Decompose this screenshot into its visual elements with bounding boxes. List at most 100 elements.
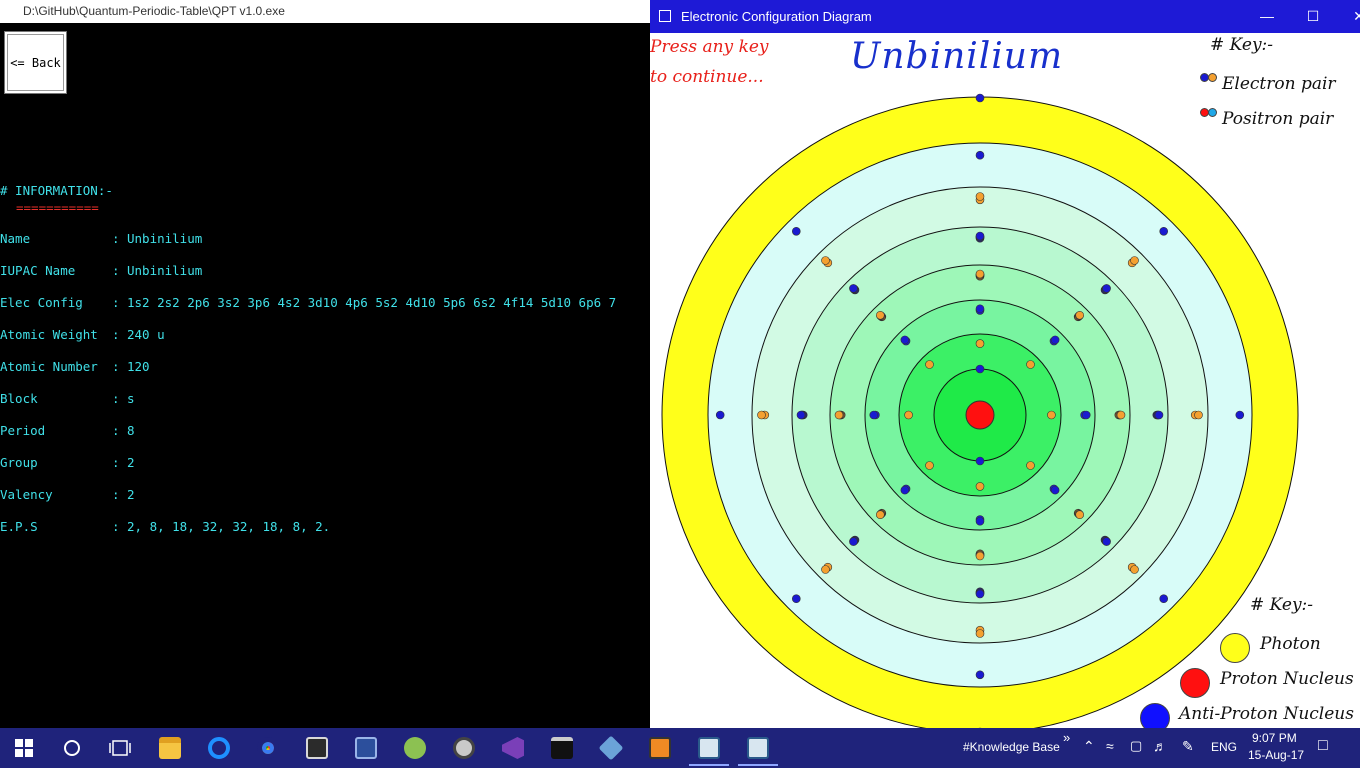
electron [849, 284, 858, 293]
photon-label: Photon [1260, 634, 1321, 654]
volume-icon[interactable]: ♬ [1153, 738, 1167, 754]
electron [1154, 410, 1164, 420]
info-value: 1s2 2s2 2p6 3s2 3p6 4s2 3d10 4p6 5s2 4d1… [127, 295, 617, 310]
diagram-titlebar[interactable]: Electronic Configuration Diagram — ☐ ✕ [650, 0, 1360, 33]
info-key: Atomic Number [0, 359, 98, 374]
taskbar-chrome[interactable] [248, 732, 288, 764]
press-line-1: Press any key [650, 37, 769, 57]
electron [1116, 410, 1126, 420]
maximize-button[interactable]: ☐ [1290, 0, 1336, 33]
window-app-icon [659, 10, 671, 22]
taskbar-sublime[interactable] [640, 732, 680, 764]
diagram-app-icon [747, 737, 769, 759]
toolbar-overflow-icon[interactable]: » [1063, 730, 1070, 745]
network-icon[interactable]: ▢ [1130, 738, 1142, 754]
electron [925, 461, 934, 470]
info-row: Atomic Number:120 [0, 359, 650, 375]
taskbar-devcpp[interactable] [346, 732, 386, 764]
key-title-bottom: # Key:- [1250, 595, 1314, 615]
minimize-button[interactable]: — [1244, 0, 1290, 33]
element-name-heading: Unbinilium [850, 36, 1064, 77]
info-key: IUPAC Name [0, 263, 76, 278]
clock-date[interactable]: 15-Aug-17 [1248, 748, 1304, 762]
electron [975, 551, 985, 561]
antiproton-nucleus-label: Anti-Proton Nucleus [1179, 704, 1354, 724]
info-separator: : [112, 359, 120, 374]
info-value: 2 [127, 455, 135, 470]
info-value: s [127, 391, 135, 406]
devcpp-icon [355, 737, 377, 759]
taskbar-cmd[interactable] [542, 732, 582, 764]
electron [1102, 537, 1111, 546]
console-titlebar[interactable]: D:\GitHub\Quantum-Periodic-Table\QPT v1.… [0, 0, 650, 23]
electron [975, 482, 985, 491]
electron [900, 485, 910, 495]
electron [1102, 284, 1111, 293]
taskbar-diagram-app[interactable] [738, 732, 778, 766]
electron [975, 629, 985, 638]
taskbar-virtualbox[interactable] [591, 732, 631, 764]
info-separator: : [112, 487, 120, 502]
info-value: 8 [127, 423, 135, 438]
electron [1130, 565, 1139, 574]
info-value: 120 [127, 359, 150, 374]
electron [975, 304, 985, 314]
taskbar-file-explorer[interactable] [150, 732, 190, 764]
press-line-2: to continue... [650, 67, 764, 87]
info-value: 240 u [127, 327, 165, 342]
info-row: Name: Unbinilium [0, 231, 650, 247]
android-studio-icon [404, 737, 426, 759]
electron [975, 231, 985, 241]
info-key: Valency [0, 487, 53, 502]
electron-pair-key-icon [1208, 73, 1217, 82]
start-button[interactable] [4, 732, 44, 764]
positron-pair-label: Positron pair [1222, 109, 1334, 129]
wifi-icon[interactable]: ≈ [1106, 738, 1114, 754]
electron [1050, 335, 1060, 345]
electron [1159, 594, 1169, 604]
electron [975, 93, 985, 103]
positron-pair-key-icon [1208, 108, 1217, 117]
electron [875, 510, 885, 520]
back-button[interactable]: <= Back [4, 31, 67, 94]
electron [1194, 410, 1203, 420]
info-heading: # INFORMATION:- [0, 183, 113, 198]
info-row: Valency:2 [0, 487, 650, 503]
taskbar-visual-studio[interactable] [493, 732, 533, 764]
taskbar-console-app[interactable] [689, 732, 729, 766]
electron [821, 256, 830, 265]
taskbar: #Knowledge Base » ⌃ ≈ ▢ ♬ ✎ ENG 9:07 PM … [0, 728, 1360, 768]
taskbar-app[interactable] [444, 732, 484, 764]
taskbar-android-studio[interactable] [395, 732, 435, 764]
show-hidden-icons-chevron-up-icon[interactable]: ⌃ [1083, 738, 1095, 755]
clock-time[interactable]: 9:07 PM [1252, 731, 1297, 745]
proton-nucleus-label: Proton Nucleus [1220, 669, 1354, 689]
close-button[interactable]: ✕ [1336, 0, 1360, 33]
chrome-icon [257, 737, 279, 759]
virtualbox-icon [598, 735, 624, 761]
electron [975, 456, 985, 466]
task-view-button[interactable] [100, 732, 140, 764]
info-key: E.P.S [0, 519, 38, 534]
taskbar-xd[interactable] [297, 732, 337, 764]
knowledge-base-toolbar[interactable]: #Knowledge Base [963, 740, 1060, 754]
electron [904, 410, 913, 420]
electron [1026, 360, 1035, 369]
language-indicator[interactable]: ENG [1211, 740, 1237, 754]
electron [975, 364, 985, 374]
electron [1026, 461, 1035, 470]
info-separator: : [112, 263, 120, 278]
electron [869, 410, 879, 420]
info-value: 2, 8, 18, 32, 32, 18, 8, 2. [127, 519, 331, 534]
action-center-icon[interactable]: □ [1318, 737, 1328, 755]
info-key: Atomic Weight [0, 327, 98, 342]
cortana-icon [64, 740, 80, 756]
electron [834, 410, 844, 420]
electron [1130, 256, 1139, 265]
taskbar-edge[interactable] [199, 732, 239, 764]
cortana-button[interactable] [52, 732, 92, 764]
app-icon [453, 737, 475, 759]
pen-icon[interactable]: ✎ [1182, 738, 1194, 755]
task-view-icon [109, 740, 131, 756]
electron [975, 150, 985, 160]
